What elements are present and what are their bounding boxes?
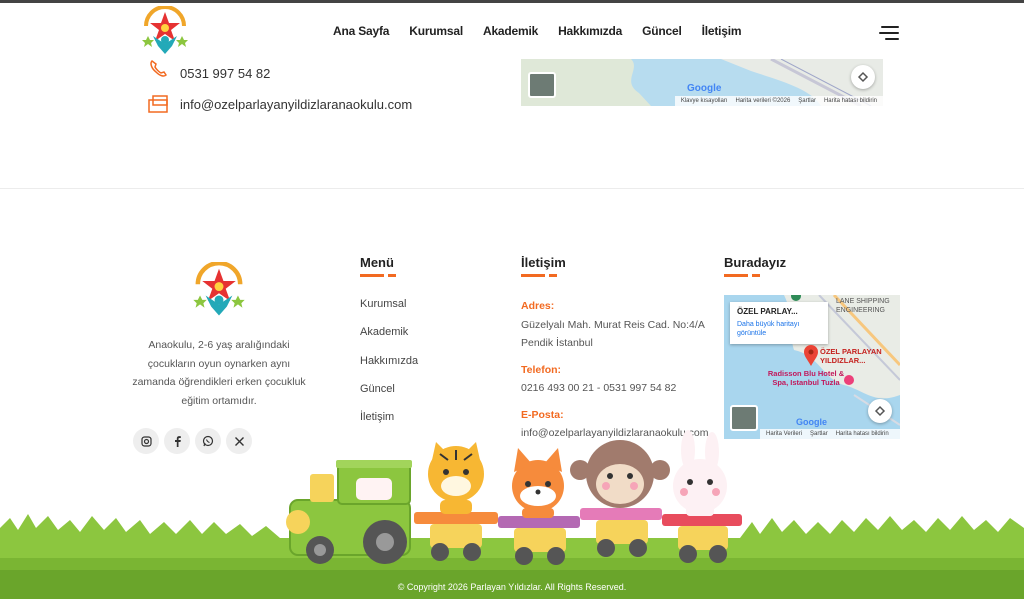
menu-heading: Menü (360, 255, 394, 270)
email-icon (148, 95, 168, 113)
address-text: Güzelyalı Mah. Murat Reis Cad. No:4/A Pe… (521, 318, 705, 350)
phone-icon (150, 59, 167, 77)
footer-link-kurumsal[interactable]: Kurumsal (360, 297, 418, 325)
hotel-marker-icon[interactable] (844, 375, 854, 385)
map-satellite-thumbnail-footer[interactable] (730, 405, 758, 431)
school-logo[interactable] (140, 6, 190, 58)
about-text: Anaokulu, 2-6 yaş aralığındaki çocukları… (132, 339, 306, 407)
footer-menu: Kurumsal Akademik Hakkımızda Güncel İlet… (360, 297, 418, 438)
main-nav: Ana Sayfa Kurumsal Akademik Hakkımızda G… (333, 24, 761, 38)
map-pin-icon[interactable] (803, 345, 819, 367)
location-heading-underline (724, 274, 760, 277)
map-terms-link[interactable]: Şartlar (798, 98, 816, 104)
nav-iletisim[interactable]: İletişim (702, 24, 742, 38)
footer-link-akademik[interactable]: Akademik (360, 325, 418, 353)
map-footer-bar: Klavye kısayolları Harita verileri ©2026… (674, 96, 883, 106)
map-satellite-thumbnail[interactable] (528, 72, 556, 98)
location-heading: Buradayız (724, 255, 787, 270)
contact-heading: İletişim (521, 255, 566, 270)
map-card-title: ÖZEL PARLAY... (737, 307, 798, 316)
map-info-card: ÖZEL PARLAY... Daha büyük haritayı görün… (730, 302, 828, 344)
footer-link-guncel[interactable]: Güncel (360, 382, 418, 410)
email-row: info@ozelparlayanyildizlaranaokulu.com (148, 94, 412, 114)
google-logo-footer: Google (796, 417, 827, 427)
menu-heading-underline (360, 274, 396, 277)
contact-heading-underline (521, 274, 557, 277)
map-label-place: ÖZEL PARLAYAN YILDIZLAR... (820, 347, 882, 365)
nav-home[interactable]: Ana Sayfa (333, 24, 389, 38)
fullscreen-icon (874, 405, 886, 417)
hamburger-menu-icon[interactable] (879, 25, 899, 41)
site-header: Ana Sayfa Kurumsal Akademik Hakkımızda G… (0, 3, 1024, 59)
google-logo: Google (687, 83, 722, 94)
nav-akademik[interactable]: Akademik (483, 24, 538, 38)
footer-contact: Adres: Güzelyalı Mah. Murat Reis Cad. No… (521, 297, 721, 443)
fullscreen-icon (857, 71, 869, 83)
map-data-label: Harita verileri ©2026 (735, 98, 791, 104)
map-larger-link[interactable]: Daha büyük haritayı görüntüle (737, 320, 821, 338)
email-address[interactable]: info@ozelparlayanyildizlaranaokulu.com (180, 97, 412, 112)
grass-train-illustration (0, 430, 1024, 599)
map-report-link[interactable]: Harita hatası bildirin (824, 98, 877, 104)
footer-logo[interactable] (191, 262, 247, 320)
nav-kurumsal[interactable]: Kurumsal (409, 24, 463, 38)
address-label: Adres: (521, 300, 555, 312)
copyright-text: © Copyright 2026 Parlayan Yıldızlar. All… (397, 582, 627, 592)
phone-row: 0531 997 54 82 (148, 56, 270, 81)
phone-number[interactable]: 0531 997 54 82 (180, 66, 270, 81)
email-label: E-Posta: (521, 408, 564, 421)
map-shortcuts-link[interactable]: Klavye kısayolları (681, 98, 728, 104)
map-fullscreen-button[interactable] (851, 65, 875, 89)
section-divider (0, 188, 1024, 189)
map-embed-top[interactable]: Google Klavye kısayolları Harita veriler… (521, 59, 883, 106)
footer-link-hakkimizda[interactable]: Hakkımızda (360, 354, 418, 382)
map-fullscreen-button-footer[interactable] (868, 399, 892, 423)
phone-label: Telefon: (521, 363, 562, 376)
map-label-hotel: Radisson Blu Hotel & Spa, Istanbul Tuzla (767, 369, 845, 387)
footer-phone[interactable]: 0216 493 00 21 - 0531 997 54 82 (521, 379, 721, 398)
nav-guncel[interactable]: Güncel (642, 24, 682, 38)
map-embed-footer[interactable]: LANE SHIPPING ENGINEERING ÖZEL PARLAY...… (724, 295, 900, 439)
map-label-lane: LANE SHIPPING ENGINEERING (836, 298, 890, 314)
nav-hakkimizda[interactable]: Hakkımızda (558, 24, 622, 38)
